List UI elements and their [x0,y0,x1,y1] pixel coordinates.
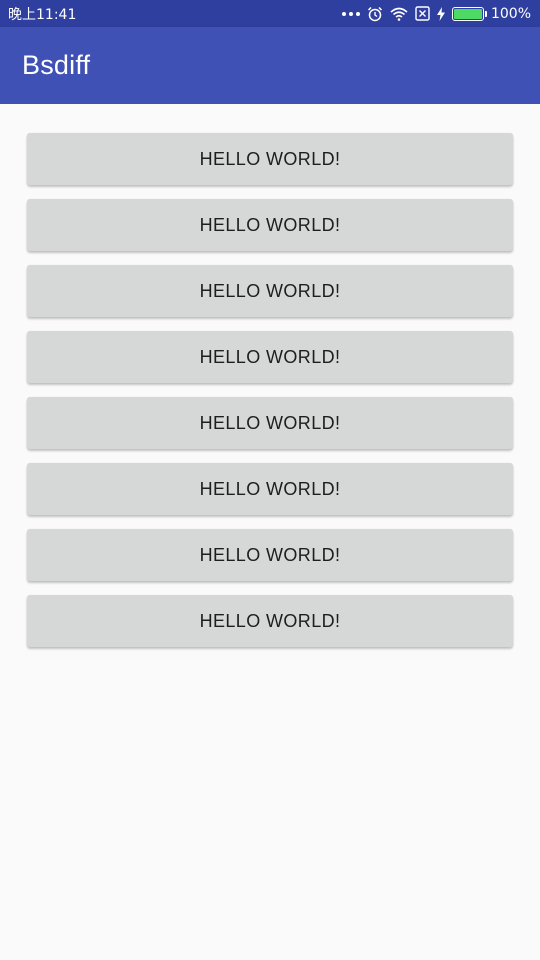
wifi-icon [390,7,408,21]
app-bar: Bsdiff [0,27,540,104]
main-content: HELLO WORLD! HELLO WORLD! HELLO WORLD! H… [0,104,540,960]
hello-world-button-4[interactable]: HELLO WORLD! [27,331,513,383]
hello-world-button-2[interactable]: HELLO WORLD! [27,199,513,251]
hello-world-button-3[interactable]: HELLO WORLD! [27,265,513,317]
hello-world-button-8[interactable]: HELLO WORLD! [27,595,513,647]
status-time: 晚上11:41 [8,6,77,23]
hello-world-button-7[interactable]: HELLO WORLD! [27,529,513,581]
status-left: 晚上11:41 [8,4,76,24]
battery-percent: 100% [490,5,531,22]
app-title: Bsdiff [22,50,91,80]
charging-bolt-icon [436,6,445,21]
button-list: HELLO WORLD! HELLO WORLD! HELLO WORLD! H… [27,133,513,647]
hello-world-button-5[interactable]: HELLO WORLD! [27,397,513,449]
status-bar: 晚上11:41 100% [0,0,540,27]
no-sim-icon [415,6,430,21]
hello-world-button-6[interactable]: HELLO WORLD! [27,463,513,515]
more-dots-icon [341,11,360,16]
status-right: 100% [341,5,531,22]
alarm-icon [367,6,383,22]
battery-fill [453,8,482,19]
hello-world-button-1[interactable]: HELLO WORLD! [27,133,513,185]
battery-icon [451,6,487,21]
